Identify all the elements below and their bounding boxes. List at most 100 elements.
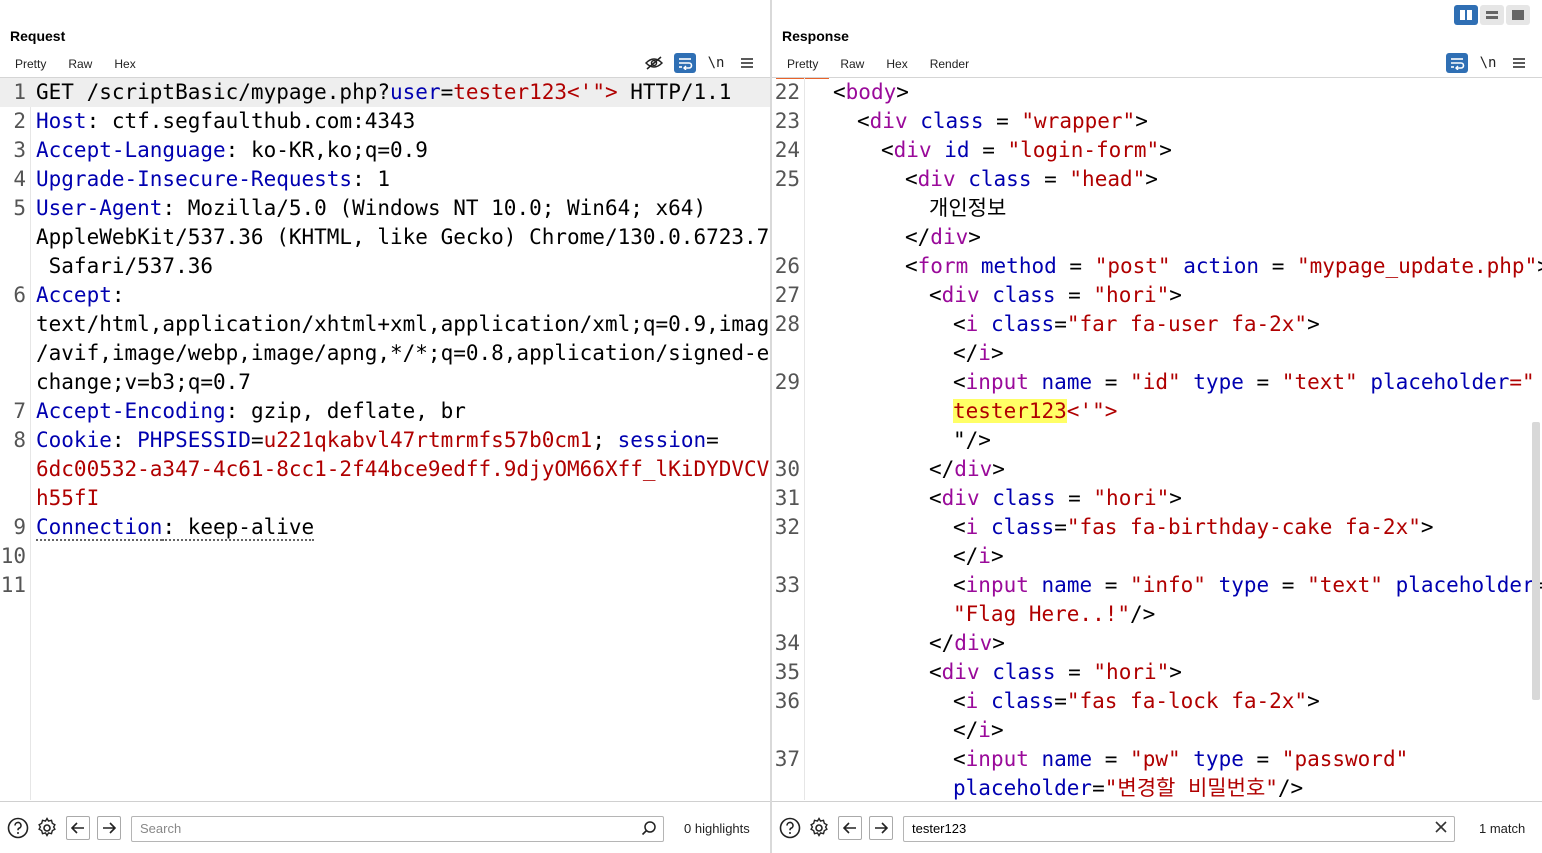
code-token: = (1055, 660, 1094, 684)
code-token: < (953, 689, 966, 713)
previous-arrow-icon[interactable] (838, 816, 862, 840)
code-row: </div> (772, 455, 1542, 484)
code-token: = (440, 80, 454, 104)
code-token: tester123<'"> (453, 80, 618, 104)
hide-nonprinting-icon[interactable] (643, 53, 665, 73)
code-token: tester123 (953, 399, 1067, 423)
response-tab-hex[interactable]: Hex (875, 53, 918, 77)
code-row: Cookie: PHPSESSID=u221qkabvl47rtmrmfs57b… (0, 426, 770, 455)
search-icon[interactable] (641, 820, 657, 841)
code-row: <div class = "head"> (772, 165, 1542, 194)
code-row: Accept-Language: ko-KR,ko;q=0.9 (0, 136, 770, 165)
code-line: 29 <input name = "id" type = "text" place… (772, 368, 1542, 455)
code-token: > (1169, 486, 1182, 510)
response-tab-render[interactable]: Render (919, 53, 980, 77)
line-number: 11 (0, 573, 26, 597)
code-token: placeholder (1370, 370, 1510, 394)
code-token: 6dc00532-a347-4c61-8cc1-2f44bce9edff.9dj… (36, 457, 770, 481)
settings-gear-icon[interactable] (35, 816, 59, 840)
previous-arrow-icon[interactable] (66, 816, 90, 840)
code-row: <input name = "pw" type = "password" (772, 745, 1542, 774)
code-token: < (905, 167, 918, 191)
newline-toggle[interactable]: \n (705, 53, 727, 73)
request-editor[interactable]: 1 GET /scriptBasic/mypage.php?user=tester… (0, 78, 770, 800)
code-token: > (896, 80, 909, 104)
line-number: 32 (774, 515, 800, 539)
settings-gear-icon[interactable] (807, 816, 831, 840)
code-line: 6 Accept: text/html,application/xhtml+xml,… (0, 281, 770, 397)
layout-stacked-icon[interactable] (1480, 5, 1504, 25)
code-token: i (978, 544, 991, 568)
code-token: > (990, 544, 1004, 568)
request-footer: 0 highlights (0, 801, 770, 853)
code-token: Accept (36, 283, 112, 307)
clear-search-icon[interactable] (1434, 820, 1448, 839)
request-tab-raw[interactable]: Raw (57, 53, 103, 77)
code-row: Upgrade-Insecure-Requests: 1 (0, 165, 770, 194)
code-token: </ (929, 457, 955, 481)
line-number: 37 (774, 747, 800, 771)
code-token: placeholder (953, 776, 1093, 800)
code-token: > (1169, 283, 1182, 307)
code-token: class (992, 283, 1056, 307)
line-number: 26 (774, 254, 800, 278)
code-token: > (1135, 109, 1148, 133)
response-editor[interactable]: 22 <body> 23 <div class = "wrapper"> 24 <div … (772, 78, 1542, 800)
code-token: </ (905, 225, 931, 249)
help-icon[interactable] (6, 816, 30, 840)
response-pane: Response Pretty Raw Hex Render \n 22 <bod… (772, 0, 1542, 853)
code-token: HTTP/1.1 (617, 80, 732, 104)
layout-side-by-side-icon[interactable] (1454, 5, 1478, 25)
code-token: < (833, 80, 846, 104)
code-token: < (857, 109, 870, 133)
code-line: 10 (0, 542, 770, 571)
code-token: > (1145, 167, 1158, 191)
request-tab-hex[interactable]: Hex (103, 53, 146, 77)
help-icon[interactable] (778, 816, 802, 840)
code-token: "hori" (1093, 660, 1170, 684)
response-scrollbar[interactable] (1532, 422, 1540, 700)
line-number: 23 (774, 109, 800, 133)
code-token: < (905, 254, 918, 278)
next-arrow-icon[interactable] (869, 816, 893, 840)
code-token: div (941, 660, 980, 684)
code-line: 30 </div> (772, 455, 1542, 484)
request-tab-pretty[interactable]: Pretty (4, 53, 58, 79)
code-token: type (1193, 747, 1244, 771)
request-search-input[interactable] (138, 820, 633, 837)
code-token: < (953, 515, 966, 539)
code-token: name (1041, 747, 1093, 771)
next-arrow-icon[interactable] (97, 816, 121, 840)
request-search-box (131, 816, 664, 842)
code-token: < (953, 747, 966, 771)
code-token: name (1041, 573, 1093, 597)
code-row: change;v=b3;q=0.7 (0, 368, 770, 397)
word-wrap-icon[interactable] (674, 53, 696, 73)
match-count: 1 match (1479, 821, 1526, 836)
line-number: 3 (13, 138, 26, 162)
response-tab-pretty[interactable]: Pretty (776, 53, 830, 79)
response-tab-raw[interactable]: Raw (829, 53, 875, 77)
response-search-input[interactable] (910, 820, 1424, 837)
code-token: : ko-KR,ko;q=0.9 (225, 138, 428, 162)
code-token: class (992, 660, 1056, 684)
code-line: 4 Upgrade-Insecure-Requests: 1 (0, 165, 770, 194)
layout-tabs-icon[interactable] (1506, 5, 1530, 25)
code-line: 27 <div class = "hori"> (772, 281, 1542, 310)
menu-icon[interactable] (1508, 53, 1530, 73)
code-token: class (968, 167, 1032, 191)
code-token: i (978, 718, 991, 742)
code-line: 33 <input name = "info" type = "text" pla… (772, 571, 1542, 629)
newline-toggle[interactable]: \n (1477, 53, 1499, 73)
menu-icon[interactable] (736, 53, 758, 73)
response-search-box (903, 816, 1455, 842)
line-number: 29 (774, 370, 800, 394)
code-row: </div> (772, 629, 1542, 658)
code-row: </i> (772, 339, 1542, 368)
word-wrap-icon[interactable] (1446, 53, 1468, 73)
code-token: </ (953, 341, 979, 365)
